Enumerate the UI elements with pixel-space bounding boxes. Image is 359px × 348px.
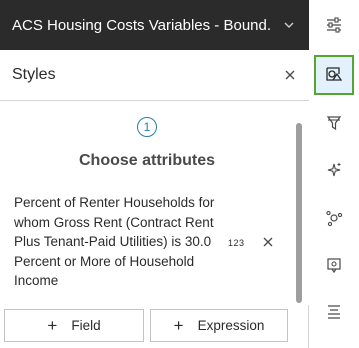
clustering-icon — [326, 210, 343, 227]
attribute-name: Percent of Renter Households for whom Gr… — [14, 195, 215, 288]
styles-header: Styles — [0, 50, 309, 101]
attribute-item[interactable]: Percent of Renter Households for whom Gr… — [14, 193, 284, 291]
add-expression-button[interactable]: + Expression — [150, 309, 288, 342]
effects-icon — [327, 163, 341, 177]
remove-attribute-icon[interactable] — [262, 236, 274, 248]
step-number-badge: 1 — [137, 117, 157, 137]
plus-icon: + — [173, 316, 184, 335]
properties-tool[interactable] — [314, 5, 354, 45]
styles-title: Styles — [12, 66, 56, 83]
close-button[interactable] — [281, 66, 299, 84]
filter-tool[interactable] — [314, 103, 354, 143]
attribute-actions: + Field + Expression — [0, 305, 296, 348]
filter-icon — [326, 116, 342, 131]
popups-tool[interactable] — [314, 245, 354, 285]
styles-content: 1 Choose attributes Percent of Renter Ho… — [0, 101, 309, 305]
number-field-type-icon: 123 — [228, 238, 245, 248]
properties-icon — [327, 17, 341, 33]
clustering-tool[interactable] — [314, 198, 354, 238]
add-field-label: Field — [71, 318, 101, 333]
popups-icon — [327, 258, 341, 274]
plus-icon: + — [47, 316, 58, 335]
settings-toolbar — [310, 0, 359, 348]
step-title: Choose attributes — [78, 152, 215, 169]
labels-tool[interactable] — [314, 292, 354, 332]
styles-panel: ACS Housing Costs Variables - Bound... S… — [0, 0, 309, 348]
effects-tool[interactable] — [314, 150, 354, 190]
chevron-down-icon[interactable] — [283, 19, 295, 31]
layer-header[interactable]: ACS Housing Costs Variables - Bound... — [0, 0, 309, 50]
add-expression-label: Expression — [197, 318, 265, 333]
styles-tool[interactable] — [314, 55, 354, 95]
labels-icon — [328, 305, 340, 319]
scrollbar[interactable] — [296, 123, 302, 303]
scrollbar-thumb[interactable] — [296, 123, 302, 303]
add-field-button[interactable]: + Field — [4, 309, 144, 342]
layer-title: ACS Housing Costs Variables - Bound... — [12, 16, 270, 34]
close-icon — [285, 70, 295, 80]
styles-icon — [326, 67, 343, 81]
